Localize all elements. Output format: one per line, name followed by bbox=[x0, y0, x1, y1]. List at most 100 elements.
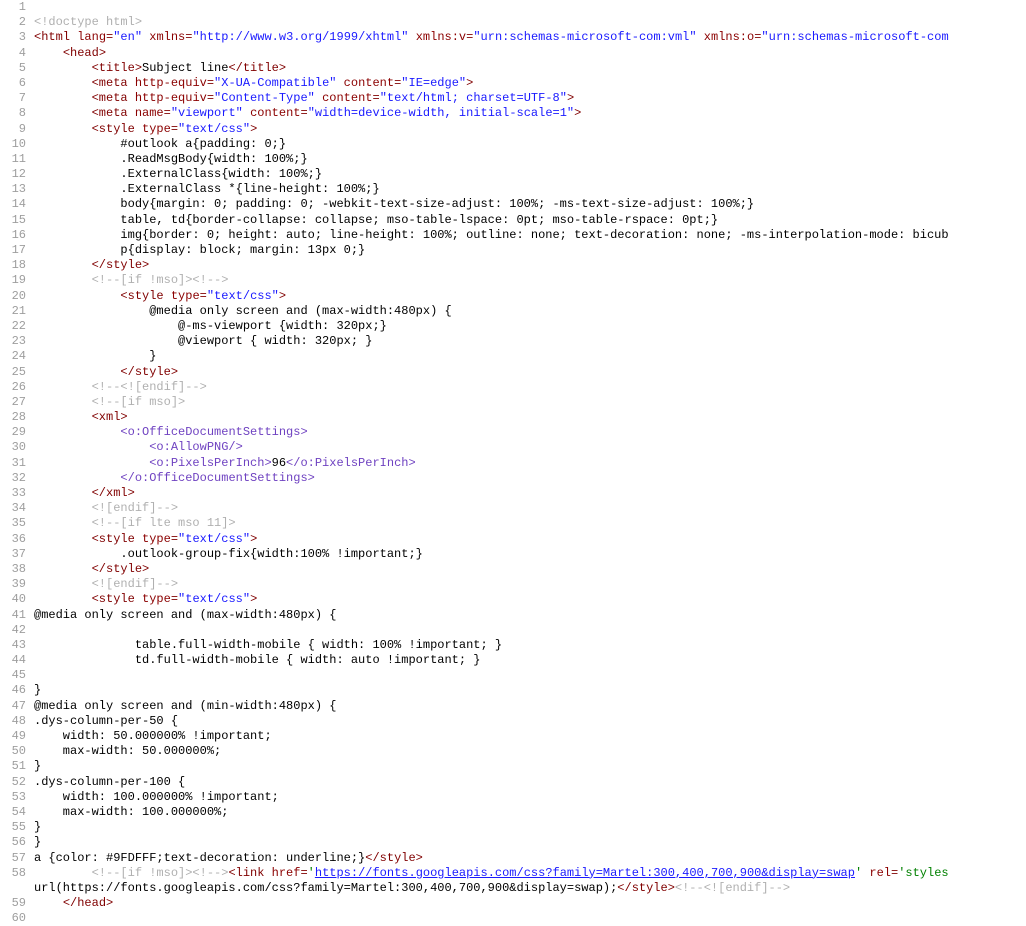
code-line[interactable]: .dys-column-per-50 { bbox=[34, 714, 1026, 729]
code-line[interactable]: <style type="text/css"> bbox=[34, 592, 1026, 607]
code-line[interactable]: <html lang="en" xmlns="http://www.w3.org… bbox=[34, 30, 1026, 45]
syntax-token: "width=device-width, initial-scale=1" bbox=[308, 106, 574, 120]
line-number: 57 bbox=[0, 851, 26, 866]
code-line[interactable]: <o:AllowPNG/> bbox=[34, 440, 1026, 455]
syntax-token: <title> bbox=[92, 61, 142, 75]
code-line[interactable]: <!--[if lte mso 11]> bbox=[34, 516, 1026, 531]
code-line[interactable]: <style type="text/css"> bbox=[34, 532, 1026, 547]
code-line[interactable]: <head> bbox=[34, 46, 1026, 61]
code-line[interactable]: } bbox=[34, 683, 1026, 698]
syntax-token: > bbox=[250, 532, 257, 546]
code-line[interactable] bbox=[34, 668, 1026, 683]
line-number: 41 bbox=[0, 608, 26, 623]
code-content[interactable]: <!doctype html><html lang="en" xmlns="ht… bbox=[32, 0, 1026, 912]
code-line[interactable]: <style type="text/css"> bbox=[34, 122, 1026, 137]
syntax-token: <o:AllowPNG/> bbox=[149, 440, 243, 454]
syntax-token: <!--[if mso]> bbox=[92, 395, 186, 409]
line-number-gutter: 1234567891011121314151617181920212223242… bbox=[0, 0, 32, 912]
line-number: 45 bbox=[0, 668, 26, 683]
syntax-token: </style> bbox=[365, 851, 423, 865]
code-line[interactable]: @media only screen and (max-width:480px)… bbox=[34, 304, 1026, 319]
code-line[interactable]: table, td{border-collapse: collapse; mso… bbox=[34, 213, 1026, 228]
code-line[interactable]: .ExternalClass *{line-height: 100%;} bbox=[34, 182, 1026, 197]
code-line[interactable]: @-ms-viewport {width: 320px;} bbox=[34, 319, 1026, 334]
code-line[interactable]: @viewport { width: 320px; } bbox=[34, 334, 1026, 349]
code-line[interactable]: max-width: 100.000000%; bbox=[34, 805, 1026, 820]
syntax-token: </head> bbox=[63, 896, 113, 910]
code-line[interactable]: } bbox=[34, 835, 1026, 850]
code-line[interactable]: body{margin: 0; padding: 0; -webkit-text… bbox=[34, 197, 1026, 212]
code-line[interactable]: max-width: 50.000000%; bbox=[34, 744, 1026, 759]
code-line[interactable]: <!--[if !mso]><!--><link href='https://f… bbox=[34, 866, 1026, 881]
code-editor[interactable]: 1234567891011121314151617181920212223242… bbox=[0, 0, 1026, 912]
line-number: 8 bbox=[0, 106, 26, 121]
syntax-token: <!--<![endif]--> bbox=[675, 881, 790, 895]
code-line[interactable]: #outlook a{padding: 0;} bbox=[34, 137, 1026, 152]
code-line[interactable]: .ExternalClass{width: 100%;} bbox=[34, 167, 1026, 182]
code-line[interactable]: <!--[if mso]> bbox=[34, 395, 1026, 410]
code-line[interactable]: .dys-column-per-100 { bbox=[34, 775, 1026, 790]
syntax-token: http-equiv bbox=[135, 76, 207, 90]
syntax-token: xmlns:o bbox=[704, 30, 754, 44]
code-line[interactable]: url(https://fonts.googleapis.com/css?fam… bbox=[34, 881, 1026, 896]
code-line[interactable]: .ReadMsgBody{width: 100%;} bbox=[34, 152, 1026, 167]
line-number: 17 bbox=[0, 243, 26, 258]
code-line[interactable]: <o:OfficeDocumentSettings> bbox=[34, 425, 1026, 440]
code-line[interactable]: td.full-width-mobile { width: auto !impo… bbox=[34, 653, 1026, 668]
syntax-token: > bbox=[279, 289, 286, 303]
syntax-token: "text/css" bbox=[178, 592, 250, 606]
code-line[interactable]: width: 100.000000% !important; bbox=[34, 790, 1026, 805]
syntax-token: <style bbox=[92, 532, 142, 546]
code-line[interactable]: width: 50.000000% !important; bbox=[34, 729, 1026, 744]
code-line[interactable] bbox=[34, 623, 1026, 638]
code-line[interactable]: <meta http-equiv="X-UA-Compatible" conte… bbox=[34, 76, 1026, 91]
code-line[interactable]: a {color: #9FDFFF;text-decoration: under… bbox=[34, 851, 1026, 866]
syntax-token bbox=[34, 395, 92, 409]
syntax-token: 96 bbox=[272, 456, 286, 470]
syntax-token bbox=[34, 577, 92, 591]
syntax-token: <![endif]--> bbox=[92, 577, 178, 591]
code-line[interactable]: <title>Subject line</title> bbox=[34, 61, 1026, 76]
code-line[interactable]: <![endif]--> bbox=[34, 501, 1026, 516]
code-line[interactable]: } bbox=[34, 759, 1026, 774]
syntax-token: width: 100.000000% !important; bbox=[34, 790, 279, 804]
syntax-token: } bbox=[34, 349, 156, 363]
code-line[interactable]: } bbox=[34, 820, 1026, 835]
code-line[interactable]: </style> bbox=[34, 258, 1026, 273]
code-line[interactable]: <o:PixelsPerInch>96</o:PixelsPerInch> bbox=[34, 456, 1026, 471]
code-line[interactable]: </style> bbox=[34, 365, 1026, 380]
code-line[interactable]: <!--<![endif]--> bbox=[34, 380, 1026, 395]
line-number: 24 bbox=[0, 349, 26, 364]
syntax-token: > bbox=[567, 91, 574, 105]
code-line[interactable]: @media only screen and (max-width:480px)… bbox=[34, 608, 1026, 623]
code-line[interactable] bbox=[34, 0, 1026, 15]
syntax-token: = bbox=[300, 866, 307, 880]
code-line[interactable]: </o:OfficeDocumentSettings> bbox=[34, 471, 1026, 486]
code-line[interactable]: } bbox=[34, 349, 1026, 364]
code-line[interactable]: <meta http-equiv="Content-Type" content=… bbox=[34, 91, 1026, 106]
code-line[interactable]: <!--[if !mso]><!--> bbox=[34, 273, 1026, 288]
line-number: 48 bbox=[0, 714, 26, 729]
code-line[interactable]: </style> bbox=[34, 562, 1026, 577]
syntax-token bbox=[34, 456, 149, 470]
code-line[interactable]: <style type="text/css"> bbox=[34, 289, 1026, 304]
syntax-token bbox=[34, 532, 92, 546]
code-line[interactable]: </head> bbox=[34, 896, 1026, 911]
syntax-token bbox=[34, 76, 92, 90]
code-line[interactable]: p{display: block; margin: 13px 0;} bbox=[34, 243, 1026, 258]
code-line[interactable]: <!doctype html> bbox=[34, 15, 1026, 30]
code-line[interactable]: <meta name="viewport" content="width=dev… bbox=[34, 106, 1026, 121]
syntax-token: @media only screen and (max-width:480px)… bbox=[34, 304, 452, 318]
code-line[interactable]: <xml> bbox=[34, 410, 1026, 425]
code-line[interactable]: img{border: 0; height: auto; line-height… bbox=[34, 228, 1026, 243]
syntax-token: <html bbox=[34, 30, 77, 44]
code-line[interactable]: <![endif]--> bbox=[34, 577, 1026, 592]
code-line[interactable]: table.full-width-mobile { width: 100% !i… bbox=[34, 638, 1026, 653]
code-line[interactable]: @media only screen and (min-width:480px)… bbox=[34, 699, 1026, 714]
code-line[interactable]: </xml> bbox=[34, 486, 1026, 501]
syntax-token: type bbox=[142, 592, 171, 606]
syntax-token: "text/css" bbox=[178, 532, 250, 546]
code-line[interactable]: .outlook-group-fix{width:100% !important… bbox=[34, 547, 1026, 562]
line-number: 26 bbox=[0, 380, 26, 395]
syntax-token: <!--[if !mso]><!--> bbox=[92, 273, 229, 287]
